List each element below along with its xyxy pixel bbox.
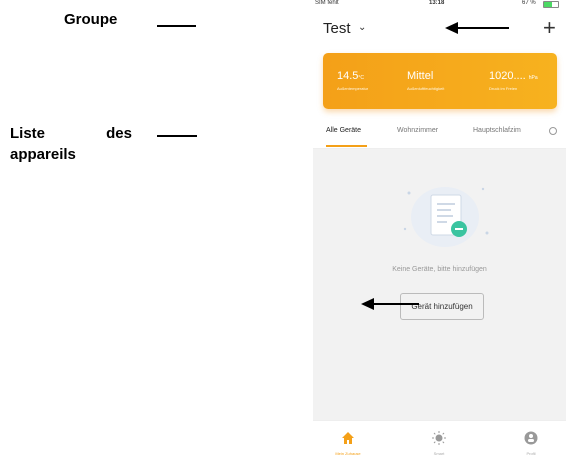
- pressure-value: 1020.... hPa: [489, 70, 538, 82]
- pressure-label: Druck im Freien: [489, 86, 518, 91]
- annotation-group-line: [157, 25, 196, 27]
- bottom-tab-bar: Mein Zuhause Smart Profil: [313, 420, 566, 457]
- active-tab-indicator: [326, 145, 367, 147]
- chevron-down-icon[interactable]: ⌄: [358, 22, 366, 33]
- status-battery-text: 67 %: [522, 0, 536, 6]
- tab-master-bedroom[interactable]: Hauptschlafzim: [473, 127, 521, 134]
- status-bar: SIM fehlt 13:18 67 %: [313, 0, 566, 12]
- annotation-arrow-left-icon: [361, 298, 419, 310]
- tab-all-devices[interactable]: Alle Geräte: [326, 127, 361, 134]
- smart-sun-icon: [432, 431, 446, 445]
- home-icon: [342, 432, 354, 444]
- tab-living-room[interactable]: Wohnzimmer: [397, 127, 438, 134]
- temperature-label: Außentemperatur: [337, 86, 369, 91]
- weather-card[interactable]: 14.5°C Außentemperatur Mittel Außenluftf…: [323, 53, 557, 109]
- annotation-device-list-line: [157, 135, 197, 137]
- annotation-arrow-left-icon: [445, 22, 509, 34]
- humidity-value: Mittel: [407, 70, 434, 82]
- tabbar-home[interactable]: Mein Zuhause: [313, 421, 383, 457]
- group-title[interactable]: Test: [323, 20, 351, 37]
- phone-screen: SIM fehlt 13:18 67 % Test ⌄ + 14.5°C Auß…: [313, 0, 566, 457]
- temperature-value: 14.5°C: [337, 70, 365, 82]
- plus-icon[interactable]: +: [543, 15, 556, 41]
- battery-icon: [543, 1, 559, 8]
- tabbar-smart[interactable]: Smart: [404, 421, 474, 457]
- room-tabs: Alle Geräte Wohnzimmer Hauptschlafzim: [313, 120, 566, 149]
- status-time: 13:18: [429, 0, 445, 6]
- tabbar-smart-label: Smart: [433, 451, 445, 456]
- tabbar-profile-label: Profil: [526, 451, 536, 456]
- humidity-label: Außenluftfeuchtigkeit: [407, 86, 445, 91]
- annotation-device-list-label: Liste des appareils: [10, 125, 132, 163]
- profile-icon: [524, 431, 538, 445]
- empty-state-message: Keine Geräte, bitte hinzufügen: [392, 266, 487, 273]
- tabbar-home-label: Mein Zuhause: [335, 451, 361, 456]
- room-settings-icon[interactable]: [549, 127, 557, 135]
- device-list: Keine Geräte, bitte hinzufügen Gerät hin…: [313, 149, 566, 420]
- annotation-group-label: Groupe: [64, 11, 118, 28]
- empty-document-icon: [403, 187, 489, 247]
- status-carrier: SIM fehlt: [315, 0, 339, 6]
- tabbar-profile[interactable]: Profil: [496, 421, 566, 457]
